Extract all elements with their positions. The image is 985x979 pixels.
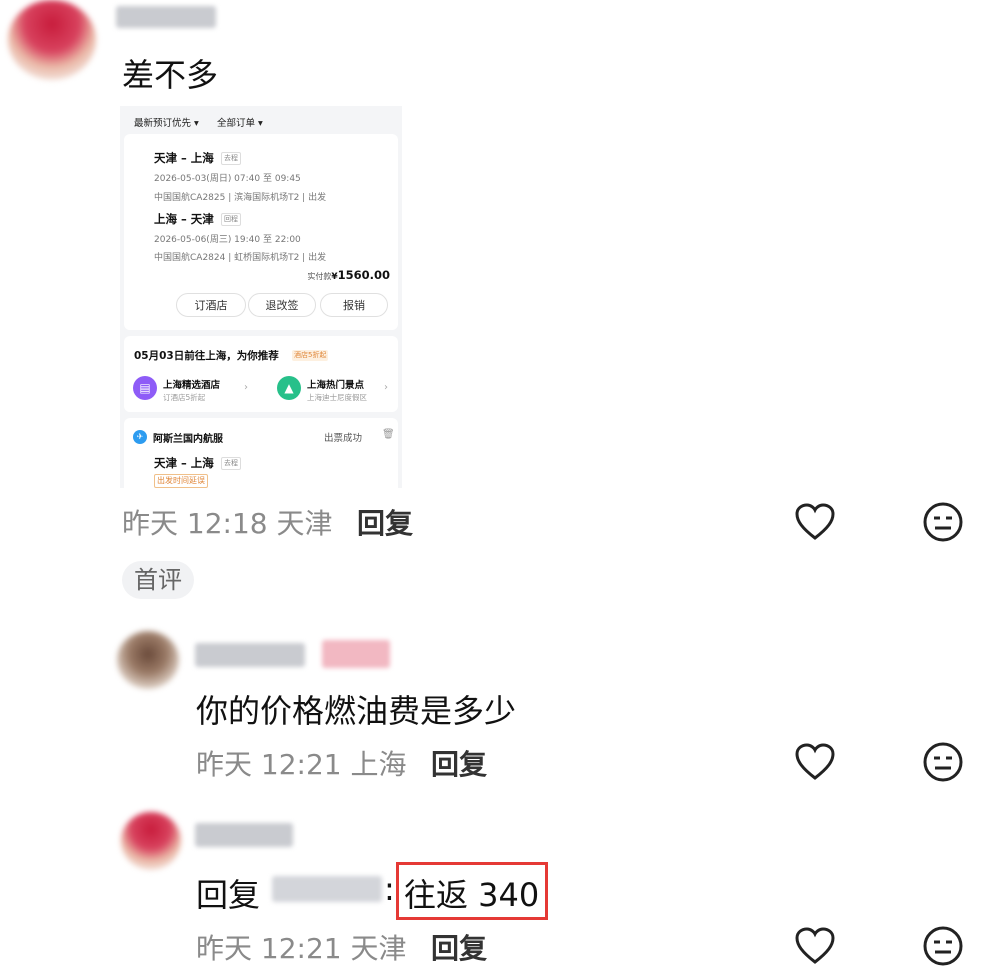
hotel-title[interactable]: 上海精选酒店 — [163, 377, 220, 391]
book-hotel-button[interactable]: 订酒店 — [176, 293, 246, 317]
recommend-badge: 酒店5折起 — [292, 350, 329, 361]
like-icon[interactable] — [792, 499, 838, 545]
spot-sub: 上海迪士尼度假区 — [307, 393, 367, 402]
order-status: 出票成功 — [324, 433, 363, 444]
reply-button[interactable]: 回复 — [431, 927, 487, 967]
dislike-icon[interactable] — [920, 923, 966, 969]
hotel-sub: 订酒店5折起 — [163, 393, 206, 402]
leg2-flight: 中国国航CA2824 | 虹桥国际机场T2 | 出发 — [154, 253, 327, 263]
dislike-icon[interactable] — [920, 739, 966, 785]
comment-text: 你的价格燃油费是多少 — [196, 692, 517, 730]
leg1-route: 天津 – 上海 — [154, 151, 214, 165]
trash-icon[interactable]: 🗑 — [382, 429, 395, 440]
like-icon[interactable] — [792, 923, 838, 969]
chevron-right-icon: › — [384, 382, 388, 393]
order2-tag: 去程 — [221, 457, 241, 470]
first-comment-badge: 首评 — [122, 561, 194, 599]
leg2-datetime: 2026-05-06(周三) 19:40 至 22:00 — [154, 235, 301, 245]
reply-prefix: 回复 — [196, 876, 261, 914]
comment-meta: 昨天 12:21 上海 — [196, 748, 407, 781]
username[interactable] — [195, 643, 305, 667]
reply-button[interactable]: 回复 — [357, 502, 413, 542]
avatar[interactable] — [121, 812, 181, 870]
scenic-icon: ▲ — [277, 376, 301, 400]
comment-text: 差不多 — [122, 56, 219, 94]
recommend-card: 05月03日前往上海，为你推荐 酒店5折起 ▤ 上海精选酒店 订酒店5折起 › … — [124, 336, 398, 412]
leg2-route: 上海 – 天津 — [154, 212, 214, 226]
reply-button[interactable]: 回复 — [431, 743, 487, 783]
leg2-tag: 回程 — [221, 213, 241, 226]
spot-title[interactable]: 上海热门景点 — [307, 377, 364, 391]
comment-meta: 昨天 12:21 天津 — [196, 932, 407, 965]
dislike-icon[interactable] — [920, 499, 966, 545]
order2-route: 天津 – 上海 — [154, 456, 214, 470]
comment-text: 往返 340 — [404, 876, 540, 914]
chevron-right-icon: › — [244, 382, 248, 393]
user-badge — [322, 640, 390, 668]
username[interactable] — [116, 6, 216, 28]
reply-separator: : — [384, 870, 395, 908]
mentioned-username[interactable] — [272, 876, 382, 902]
delay-badge: 出发时间延误 — [154, 474, 208, 488]
username[interactable] — [195, 823, 293, 847]
comment-meta: 昨天 12:18 天津 — [122, 507, 333, 540]
comment-image[interactable]: 最新预订优先 ▾ 全部订单 ▾ 天津 – 上海 去程 2026-05-03(周日… — [120, 106, 402, 488]
sort-filter: 最新预订优先 ▾ — [134, 118, 199, 129]
avatar[interactable] — [8, 0, 96, 80]
leg1-tag: 去程 — [221, 152, 241, 165]
order-card: ✈ 阿斯兰国内航服 出票成功 🗑 天津 – 上海 去程 出发时间延误 — [124, 418, 398, 488]
order-card: 天津 – 上海 去程 2026-05-03(周日) 07:40 至 09:45 … — [124, 134, 398, 330]
leg1-flight: 中国国航CA2825 | 滨海国际机场T2 | 出发 — [154, 193, 327, 203]
change-refund-button[interactable]: 退改签 — [248, 293, 316, 317]
hotel-icon: ▤ — [133, 376, 157, 400]
leg1-datetime: 2026-05-03(周日) 07:40 至 09:45 — [154, 174, 301, 184]
like-icon[interactable] — [792, 739, 838, 785]
plane-icon: ✈ — [133, 430, 147, 444]
paid-amount: 实付款¥1560.00 — [307, 268, 390, 282]
recommend-title: 05月03日前往上海，为你推荐 — [134, 350, 279, 362]
order-filter: 全部订单 ▾ — [217, 118, 263, 129]
avatar[interactable] — [117, 631, 179, 689]
reimburse-button[interactable]: 报销 — [320, 293, 388, 317]
order-airline: 阿斯兰国内航服 — [153, 434, 223, 445]
